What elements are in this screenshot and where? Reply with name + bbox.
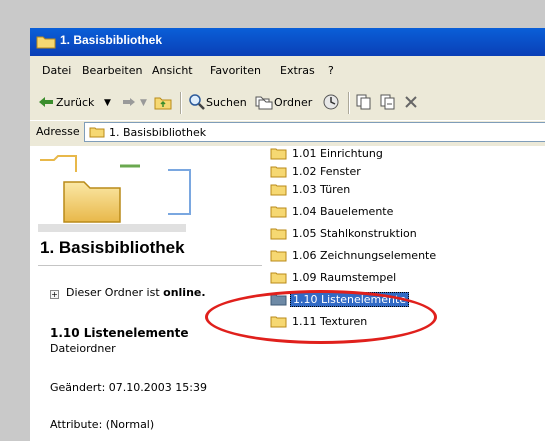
- selected-item-number: 1.10: [50, 326, 80, 340]
- folder-icon: [270, 148, 287, 160]
- toolbar-separator: [348, 92, 350, 114]
- modified-date: Geändert: 07.10.2003 15:39: [50, 381, 207, 394]
- search-icon[interactable]: [188, 93, 206, 111]
- divider: [38, 265, 262, 266]
- highlight-annotation: [205, 290, 437, 344]
- folder-icon: [270, 228, 287, 240]
- large-folder-icon: [38, 155, 191, 232]
- title-bar[interactable]: 1. Basisbibliothek: [30, 28, 545, 56]
- forward-arrow-icon[interactable]: [122, 97, 136, 107]
- window-title: 1. Basisbibliothek: [60, 33, 163, 47]
- address-field[interactable]: 1. Basisbibliothek: [84, 122, 545, 142]
- folder-icon: [270, 250, 287, 262]
- details-pane: 1. Basisbibliothek + Dieser Ordner ist o…: [30, 146, 264, 441]
- toolbar: Zurück ▼ ▼ Suchen Ordner: [30, 88, 545, 116]
- folder-icon: [270, 184, 287, 196]
- menu-bearbeiten[interactable]: Bearbeiten: [82, 64, 142, 77]
- toolbar-separator: [180, 92, 182, 114]
- folders-icon[interactable]: [255, 94, 273, 110]
- address-value: 1. Basisbibliothek: [109, 126, 207, 139]
- list-item[interactable]: 1.09 Raumstempel: [268, 269, 528, 287]
- online-status-bold: online.: [163, 286, 206, 299]
- copy-to-icon[interactable]: [356, 94, 372, 110]
- menu-ansicht[interactable]: Ansicht: [152, 64, 193, 77]
- back-arrow-icon[interactable]: [38, 96, 54, 108]
- folder-icon: [36, 36, 56, 49]
- item-label: 1.05 Stahlkonstruktion: [292, 227, 417, 240]
- item-label: 1.04 Bauelemente: [292, 205, 394, 218]
- forward-dropdown-icon[interactable]: ▼: [140, 98, 147, 108]
- menu-bar: Datei Bearbeiten Ansicht Favoriten Extra…: [30, 60, 545, 82]
- back-dropdown-icon[interactable]: ▼: [104, 98, 111, 108]
- folder-icon: [270, 166, 287, 178]
- online-status: Dieser Ordner ist online.: [66, 286, 206, 299]
- item-label: 1.06 Zeichnungselemente: [292, 249, 437, 262]
- item-label: 1.02 Fenster: [292, 165, 361, 178]
- folders-button[interactable]: Ordner: [274, 96, 312, 109]
- folder-icon: [270, 206, 287, 218]
- menu-datei[interactable]: Datei: [42, 64, 71, 77]
- folder-up-icon[interactable]: [154, 94, 172, 110]
- selected-item-type: Dateiordner: [50, 342, 116, 355]
- attributes: Attribute: (Normal): [50, 418, 155, 431]
- address-label: Adresse: [36, 125, 80, 138]
- search-button[interactable]: Suchen: [206, 96, 247, 109]
- explorer-window: 1. Basisbibliothek Datei Bearbeiten Ansi…: [30, 28, 545, 441]
- list-item[interactable]: 1.05 Stahlkonstruktion: [268, 225, 528, 243]
- menu-extras[interactable]: Extras: [280, 64, 315, 77]
- delete-icon[interactable]: [404, 95, 418, 109]
- item-label: 1.03 Türen: [292, 183, 351, 196]
- menu-favoriten[interactable]: Favoriten: [210, 64, 261, 77]
- selected-item-name: 1.10 Listenelemente: [50, 326, 189, 340]
- move-to-icon[interactable]: [380, 94, 396, 110]
- selected-item-title: Listenelemente: [79, 326, 189, 340]
- online-status-text: Dieser Ordner ist: [66, 286, 164, 299]
- pane-title: 1. Basisbibliothek: [40, 238, 185, 257]
- menu-help[interactable]: ?: [328, 64, 334, 77]
- back-button[interactable]: Zurück: [56, 96, 94, 109]
- list-item[interactable]: 1.02 Fenster: [268, 163, 528, 181]
- expand-icon[interactable]: +: [50, 290, 59, 299]
- folder-icon: [89, 127, 105, 138]
- list-item[interactable]: 1.01 Einrichtung: [268, 145, 528, 163]
- list-item[interactable]: 1.06 Zeichnungselemente: [268, 247, 528, 265]
- list-item[interactable]: 1.04 Bauelemente: [268, 203, 528, 221]
- folder-icon: [270, 272, 287, 284]
- list-item[interactable]: 1.03 Türen: [268, 181, 528, 199]
- item-label: 1.09 Raumstempel: [292, 271, 397, 284]
- address-bar: Adresse 1. Basisbibliothek: [30, 120, 545, 143]
- history-icon[interactable]: [322, 93, 340, 111]
- item-label: 1.01 Einrichtung: [292, 147, 383, 160]
